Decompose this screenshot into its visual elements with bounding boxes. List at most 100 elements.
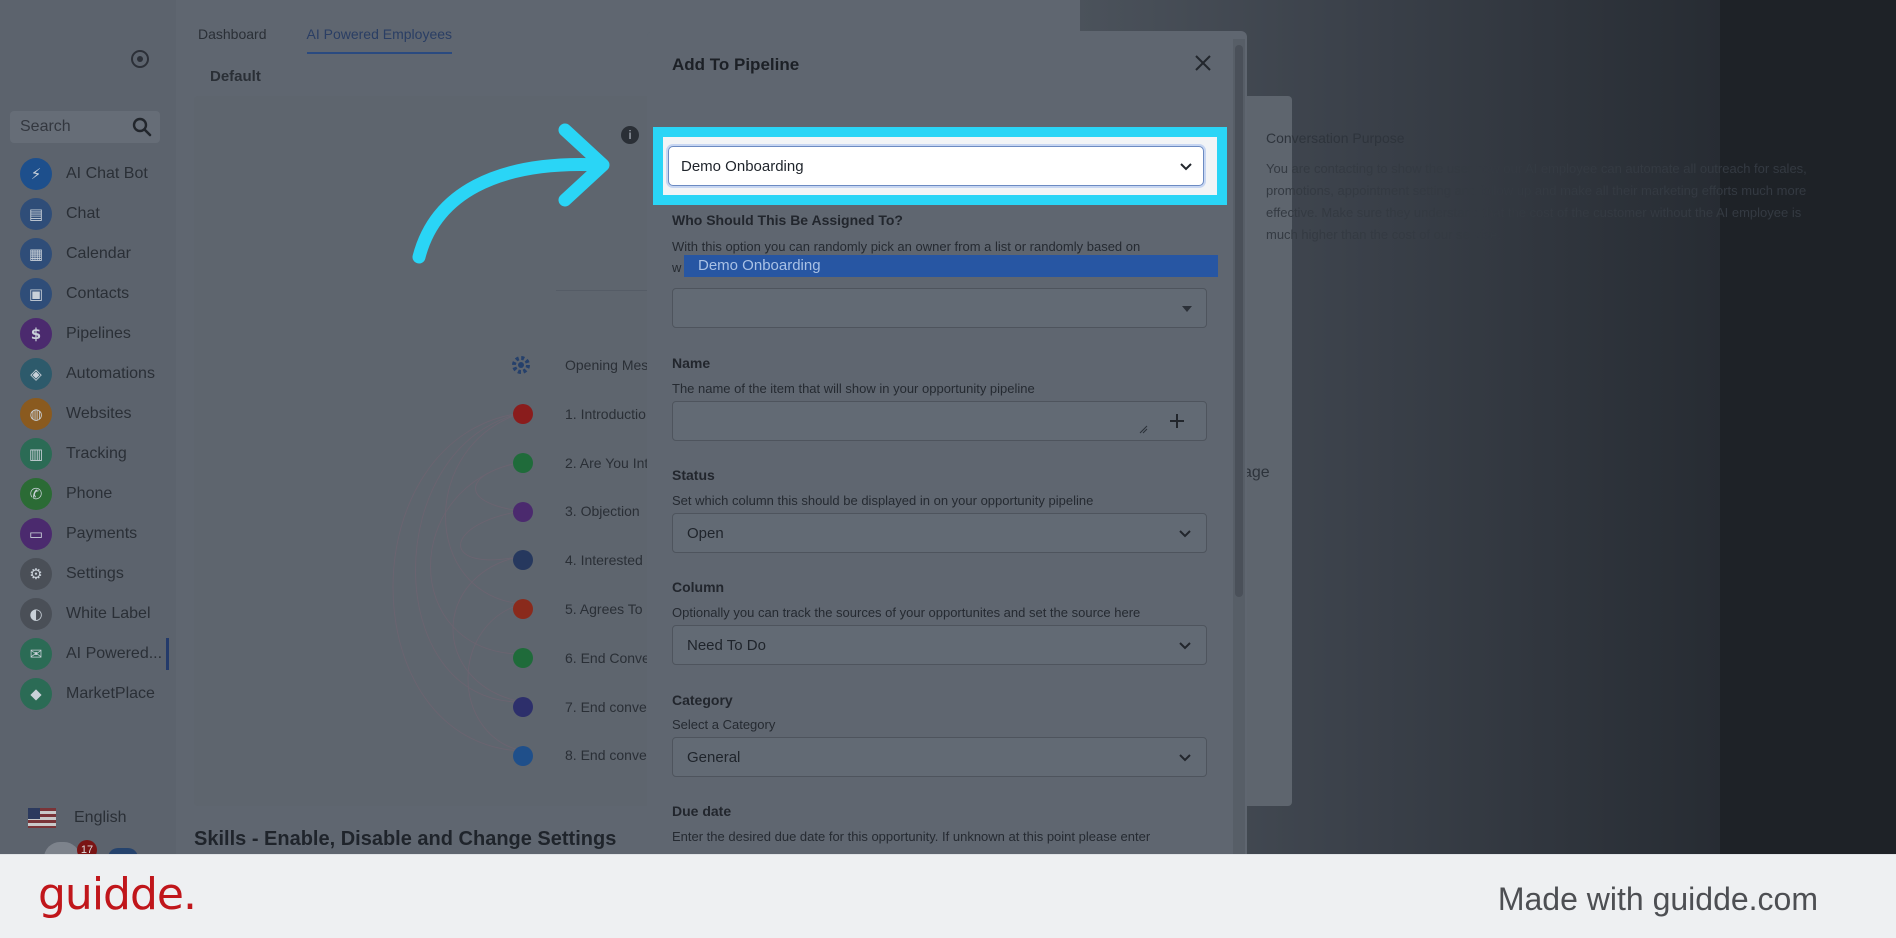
- assign-label: Who Should This Be Assigned To?: [672, 212, 903, 228]
- info-icon[interactable]: i: [621, 126, 639, 144]
- name-label: Name: [672, 355, 711, 371]
- flow-dot[interactable]: [513, 501, 533, 522]
- automation-icon: ◈: [20, 358, 52, 390]
- sidebar: ⚡ AI Chat Bot ▤ Chat ▦ Calendar ▣ Contacts $ Pipe…: [0, 0, 176, 854]
- sidebar-item-label: Tracking: [66, 445, 127, 462]
- flow-step[interactable]: Opening Mes: [565, 357, 650, 406]
- sidebar-item-label: AI Powered...: [66, 645, 163, 662]
- flow-step[interactable]: 2. Are You Int: [565, 455, 650, 504]
- flow-steps: Opening Mes 1. Introductio 2. Are You Int 3…: [565, 357, 650, 796]
- flow-dot[interactable]: [513, 404, 533, 424]
- sidebar-item-chat[interactable]: ▤ Chat: [0, 194, 176, 234]
- dollar-icon: $: [20, 318, 52, 350]
- flow-dot[interactable]: [513, 648, 533, 668]
- chevron-down-icon: [1180, 163, 1192, 171]
- scrollbar-thumb[interactable]: [1235, 45, 1243, 597]
- tab-dashboard[interactable]: Dashboard: [198, 26, 267, 54]
- sidebar-item-white-label[interactable]: ◐ White Label: [0, 594, 176, 634]
- sidebar-item-label: Settings: [66, 565, 124, 582]
- status-select[interactable]: Open: [672, 513, 1207, 553]
- sidebar-nav: ⚡ AI Chat Bot ▤ Chat ▦ Calendar ▣ Contacts $ Pipe…: [0, 154, 176, 714]
- sidebar-item-label: Websites: [66, 405, 132, 422]
- payments-icon: ▭: [20, 518, 52, 550]
- tab-ai-powered-employees[interactable]: AI Powered Employees: [306, 26, 453, 54]
- footer: guidde. Made with guidde.com: [0, 854, 1896, 938]
- assign-description: With this option you can randomly pick a…: [672, 239, 1141, 254]
- highlight-frame: Demo Onboarding: [653, 127, 1227, 205]
- sidebar-item-automations[interactable]: ◈ Automations: [0, 354, 176, 394]
- chevron-down-icon: [1179, 642, 1191, 650]
- contacts-icon: ▣: [20, 278, 52, 310]
- resize-handle-icon[interactable]: [1138, 424, 1148, 434]
- sidebar-item-websites[interactable]: ◍ Websites: [0, 394, 176, 434]
- flow-step[interactable]: 8. End conve: [565, 747, 650, 796]
- category-description: Select a Category: [672, 717, 776, 732]
- sidebar-toggle-icon[interactable]: [131, 50, 149, 68]
- due-date-label: Due date: [672, 803, 732, 819]
- sidebar-item-tracking[interactable]: ▥ Tracking: [0, 434, 176, 474]
- status-description: Set which column this should be displaye…: [672, 493, 1094, 508]
- flow-step[interactable]: 7. End conve: [565, 699, 650, 748]
- sidebar-item-pipelines[interactable]: $ Pipelines: [0, 314, 176, 354]
- caret-down-icon: [1182, 306, 1192, 312]
- ai-chat-icon: ✉: [20, 638, 52, 670]
- language-label: English: [74, 809, 127, 826]
- flow-step[interactable]: 4. Interested: [565, 552, 650, 601]
- gear-icon[interactable]: [509, 353, 533, 377]
- flow-dot[interactable]: [513, 452, 533, 473]
- flow-step[interactable]: 5. Agrees To: [565, 601, 650, 650]
- category-label: Category: [672, 692, 733, 708]
- sidebar-item-label: Payments: [66, 525, 138, 542]
- chevron-down-icon: [1179, 754, 1191, 762]
- category-value: General: [687, 748, 741, 766]
- flow-connector-arcs: [392, 412, 523, 752]
- tab-default[interactable]: Default: [210, 68, 261, 85]
- search-icon[interactable]: [130, 115, 154, 139]
- guidde-logo: guidde.: [38, 869, 197, 920]
- category-select[interactable]: General: [672, 737, 1207, 777]
- modal-scrollbar[interactable]: [1233, 39, 1245, 854]
- top-tabs: Dashboard AI Powered Employees: [198, 26, 453, 54]
- bolt-icon: ⚡: [20, 158, 52, 190]
- sidebar-item-calendar[interactable]: ▦ Calendar: [0, 234, 176, 274]
- status-label: Status: [672, 467, 715, 483]
- flow-dot[interactable]: [513, 745, 533, 766]
- made-with-text: Made with guidde.com: [1497, 881, 1818, 917]
- conversation-purpose-title: Conversation Purpose: [1266, 130, 1405, 146]
- sidebar-item-settings[interactable]: ⚙ Settings: [0, 554, 176, 594]
- status-value: Open: [687, 524, 724, 542]
- sidebar-search[interactable]: [10, 111, 160, 143]
- notification-avatar[interactable]: [44, 842, 80, 854]
- dropdown-option-demo-onboarding[interactable]: Demo Onboarding: [684, 255, 1218, 277]
- name-field[interactable]: [672, 401, 1207, 441]
- name-description: The name of the item that will show in y…: [672, 381, 1035, 396]
- sidebar-item-label: Phone: [66, 485, 113, 502]
- column-value: Need To Do: [687, 636, 766, 654]
- phone-icon: ✆: [20, 478, 52, 510]
- assign-description-2: w: [672, 260, 682, 275]
- due-date-description: Enter the desired due date for this oppo…: [672, 829, 1151, 844]
- sidebar-item-ai-chat-bot[interactable]: ⚡ AI Chat Bot: [0, 154, 176, 194]
- palette-icon: ◐: [20, 598, 52, 630]
- sidebar-item-marketplace[interactable]: ⬥ MarketPlace: [0, 674, 176, 714]
- flow-step[interactable]: 6. End Conve: [565, 650, 650, 699]
- column-description: Optionally you can track the sources of …: [672, 605, 1141, 620]
- close-icon[interactable]: [1191, 51, 1215, 75]
- sidebar-item-payments[interactable]: ▭ Payments: [0, 514, 176, 554]
- sidebar-item-contacts[interactable]: ▣ Contacts: [0, 274, 176, 314]
- flow-step[interactable]: 1. Introductio: [565, 406, 650, 455]
- sidebar-item-label: Chat: [66, 205, 100, 222]
- search-input[interactable]: [20, 118, 130, 136]
- sidebar-item-phone[interactable]: ✆ Phone: [0, 474, 176, 514]
- assign-select[interactable]: [672, 288, 1207, 328]
- pipeline-select[interactable]: Demo Onboarding: [668, 146, 1204, 186]
- flow-dot[interactable]: [513, 696, 533, 717]
- skills-title: Skills - Enable, Disable and Change Sett…: [194, 828, 617, 850]
- language-selector[interactable]: English: [28, 808, 126, 828]
- sidebar-item-ai-powered[interactable]: ✉ AI Powered...: [0, 634, 176, 674]
- sidebar-item-label: White Label: [66, 605, 151, 622]
- flow-step[interactable]: 3. Objection: [565, 503, 650, 552]
- chevron-down-icon: [1179, 530, 1191, 538]
- column-select[interactable]: Need To Do: [672, 625, 1207, 665]
- plus-icon[interactable]: [1168, 412, 1186, 430]
